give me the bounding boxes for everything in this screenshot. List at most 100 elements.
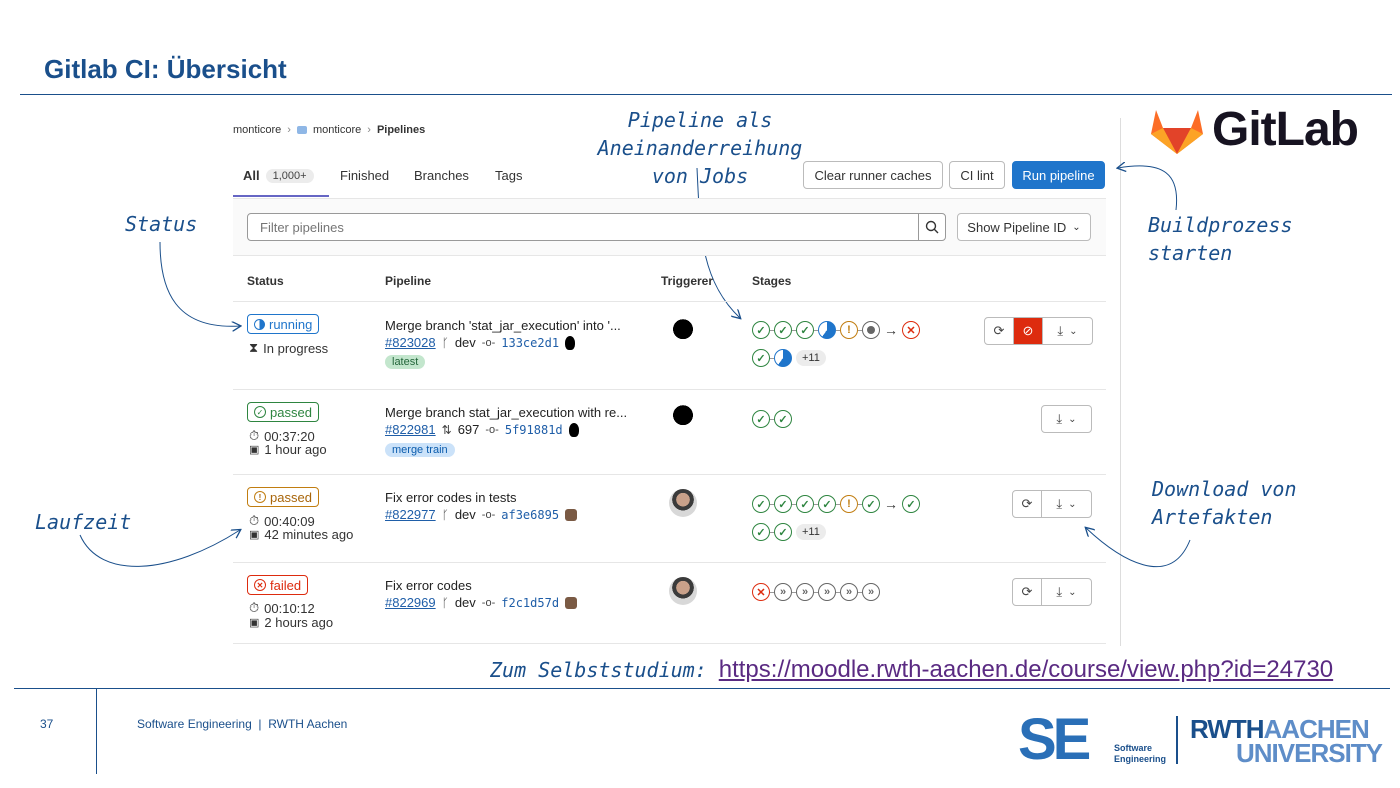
breadcrumb-item-group[interactable]: monticore xyxy=(233,124,281,136)
commit-sha[interactable]: af3e6895 xyxy=(501,508,559,522)
stage-passed-icon[interactable]: ✓ xyxy=(862,495,880,513)
breadcrumb-item-project[interactable]: monticore xyxy=(313,124,361,136)
stage-passed-icon[interactable]: ✓ xyxy=(818,495,836,513)
self-study-label: Zum Selbststudium: xyxy=(490,658,707,682)
commit-sha[interactable]: f2c1d57d xyxy=(501,596,559,610)
stage-skipped-icon[interactable]: » xyxy=(862,583,880,601)
more-stages-count[interactable]: +11 xyxy=(796,350,826,366)
footer-vertical-divider xyxy=(96,688,97,774)
pipeline-title[interactable]: Merge branch stat_jar_execution with re.… xyxy=(385,405,627,420)
duration-row: ⏱ 00:10:12 xyxy=(249,600,315,616)
download-icon: ⤓ xyxy=(1056,496,1063,511)
stage-warning-icon[interactable]: ! xyxy=(840,495,858,513)
status-badge-passed-with-warnings[interactable]: ! passed xyxy=(247,487,319,507)
chevron-down-icon: ⌄ xyxy=(1068,413,1077,425)
retry-button[interactable]: ⟳ xyxy=(985,318,1013,344)
table-bottom-divider xyxy=(233,643,1106,644)
filter-pipelines-input[interactable] xyxy=(247,213,919,241)
stage-passed-icon[interactable]: ✓ xyxy=(774,410,792,428)
tab-all[interactable]: All 1,000+ xyxy=(243,168,314,183)
stage-passed-icon[interactable]: ✓ xyxy=(774,321,792,339)
stage-passed-icon[interactable]: ✓ xyxy=(796,321,814,339)
check-circle-icon: ✓ xyxy=(254,406,266,418)
cancel-button[interactable]: ⊘ xyxy=(1013,318,1042,344)
stage-running-icon[interactable] xyxy=(774,349,792,367)
commit-sha[interactable]: 133ce2d1 xyxy=(501,336,559,350)
status-badge-failed[interactable]: ✕ failed xyxy=(247,575,309,595)
tab-finished[interactable]: Finished xyxy=(340,168,389,183)
status-label: passed xyxy=(270,489,312,505)
status-badge-passed[interactable]: ✓ passed xyxy=(247,402,319,422)
download-artifacts-button[interactable]: ⤓ ⌄ xyxy=(1041,579,1091,605)
ref-name[interactable]: dev xyxy=(455,595,476,610)
table-row[interactable]: ! passed ⏱ 00:40:09 ▣ 42 minutes ago Fix… xyxy=(233,475,1106,562)
hourglass-icon: ⧗ xyxy=(249,340,259,355)
tab-branches[interactable]: Branches xyxy=(414,168,469,183)
table-row[interactable]: ✕ failed ⏱ 00:10:12 ▣ 2 hours ago Fix er… xyxy=(233,563,1106,643)
stage-failed-icon[interactable]: ✕ xyxy=(752,583,770,601)
ref-name[interactable]: 697 xyxy=(458,422,480,437)
ci-lint-button[interactable]: CI lint xyxy=(949,161,1005,189)
table-row[interactable]: running ⧗ In progress Merge branch 'stat… xyxy=(233,302,1106,389)
search-button[interactable] xyxy=(918,213,946,241)
branch-icon: ᚴ xyxy=(441,595,449,610)
stage-skipped-icon[interactable]: » xyxy=(818,583,836,601)
footer-text: Software Engineering | RWTH Aachen xyxy=(137,717,348,731)
row-actions: ⟳ ⊘ ⤓ ⌄ xyxy=(984,317,1093,345)
ref-name[interactable]: dev xyxy=(455,335,476,350)
stage-skipped-icon[interactable]: » xyxy=(840,583,858,601)
tab-tags[interactable]: Tags xyxy=(495,168,522,183)
pipeline-title[interactable]: Merge branch 'stat_jar_execution' into '… xyxy=(385,318,621,333)
stage-passed-icon[interactable]: ✓ xyxy=(752,349,770,367)
pipeline-id-link[interactable]: #822981 xyxy=(385,422,436,437)
download-artifacts-button[interactable]: ⤓ ⌄ xyxy=(1042,406,1091,432)
stage-passed-icon[interactable]: ✓ xyxy=(752,321,770,339)
stage-skipped-icon[interactable]: » xyxy=(774,583,792,601)
chevron-down-icon: ⌄ xyxy=(1068,498,1077,510)
table-row[interactable]: ✓ passed ⏱ 00:37:20 ▣ 1 hour ago Merge b… xyxy=(233,390,1106,474)
stage-passed-icon[interactable]: ✓ xyxy=(796,495,814,513)
triggerer-avatar[interactable] xyxy=(669,489,697,517)
download-artifacts-button[interactable]: ⤓ ⌄ xyxy=(1042,318,1092,344)
clear-runner-caches-button[interactable]: Clear runner caches xyxy=(803,161,943,189)
more-stages-count[interactable]: +11 xyxy=(796,524,826,540)
download-artifacts-button[interactable]: ⤓ ⌄ xyxy=(1041,491,1091,517)
running-icon xyxy=(254,318,265,330)
triggerer-avatar[interactable] xyxy=(669,404,697,432)
stage-passed-icon[interactable]: ✓ xyxy=(774,523,792,541)
finished-row: ▣ 42 minutes ago xyxy=(249,527,353,542)
pipeline-id-link[interactable]: #822977 xyxy=(385,507,436,522)
retry-button[interactable]: ⟳ xyxy=(1013,491,1041,517)
triggerer-avatar[interactable] xyxy=(669,318,697,346)
stage-passed-icon[interactable]: ✓ xyxy=(774,495,792,513)
stage-skipped-icon[interactable]: » xyxy=(796,583,814,601)
finished-ago: 1 hour ago xyxy=(264,442,327,457)
show-pipeline-id-dropdown[interactable]: Show Pipeline ID ⌄ xyxy=(957,213,1091,241)
retry-button[interactable]: ⟳ xyxy=(1013,579,1041,605)
moodle-link[interactable]: https://moodle.rwth-aachen.de/course/vie… xyxy=(719,656,1333,684)
commit-sha[interactable]: 5f91881d xyxy=(505,423,563,437)
status-badge-running[interactable]: running xyxy=(247,314,320,334)
stage-created-icon[interactable] xyxy=(862,321,880,339)
run-pipeline-button[interactable]: Run pipeline xyxy=(1012,161,1105,189)
ref-name[interactable]: dev xyxy=(455,507,476,522)
stages-row-1: ✓ ✓ ✓ ! → ✕ xyxy=(752,321,920,339)
triggerer-avatar[interactable] xyxy=(669,577,697,605)
x-circle-icon: ✕ xyxy=(254,579,266,591)
merge-request-icon: ⇅ xyxy=(441,422,452,437)
stage-passed-icon[interactable]: ✓ xyxy=(752,410,770,428)
stage-failed-icon[interactable]: ✕ xyxy=(902,321,920,339)
stage-passed-icon[interactable]: ✓ xyxy=(902,495,920,513)
stage-passed-icon[interactable]: ✓ xyxy=(752,523,770,541)
calendar-icon: ▣ xyxy=(249,617,260,629)
stage-warning-icon[interactable]: ! xyxy=(840,321,858,339)
pipeline-title[interactable]: Fix error codes in tests xyxy=(385,490,517,505)
page-number: 37 xyxy=(40,717,54,731)
breadcrumb: monticore › monticore › Pipelines xyxy=(233,124,425,136)
warning-icon: ! xyxy=(254,491,266,503)
pipeline-id-link[interactable]: #822969 xyxy=(385,595,436,610)
pipeline-id-link[interactable]: #823028 xyxy=(385,335,436,350)
stage-running-icon[interactable] xyxy=(818,321,836,339)
pipeline-title[interactable]: Fix error codes xyxy=(385,578,472,593)
stage-passed-icon[interactable]: ✓ xyxy=(752,495,770,513)
